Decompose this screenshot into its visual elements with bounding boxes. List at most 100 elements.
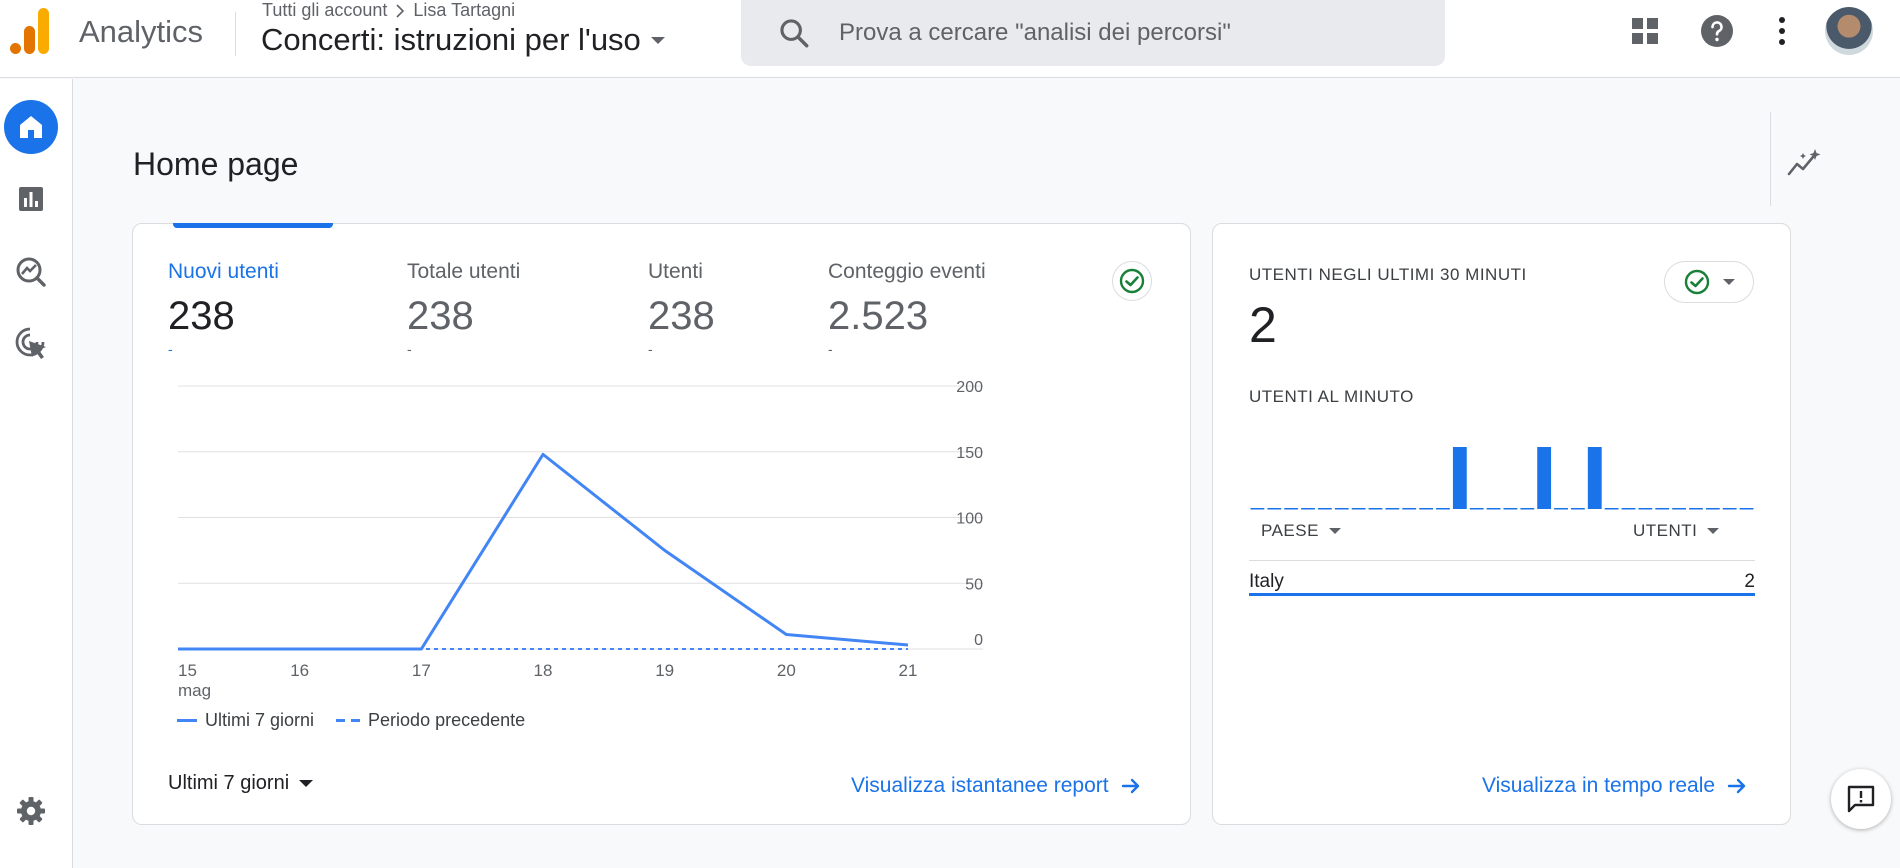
minute-bar [1604,508,1619,510]
nav-reports[interactable] [4,172,58,226]
minute-bar [1284,508,1299,510]
y-tick-label: 0 [974,632,983,649]
chevron-right-icon [396,3,405,18]
minute-bar [1368,508,1383,510]
x-tick-label: 16 [290,661,309,680]
dropdown-arrow-icon [650,36,665,44]
minute-bar [1722,508,1737,510]
product-name: Analytics [79,14,204,49]
help-icon [1701,15,1733,47]
legend-label: Ultimi 7 giorni [205,710,315,730]
minute-bar [1554,508,1568,510]
chart-legend: Ultimi 7 giorni Periodo precedente [177,710,525,731]
legend-swatch-solid [177,719,197,722]
home-icon [20,116,42,138]
dropdown-arrow-icon [299,780,314,787]
users-line-chart: 0 50 100 150 200 15 16 17 18 19 20 21 mag [178,379,983,700]
x-tick-label: 19 [655,661,674,680]
feedback-button[interactable] [1831,769,1891,829]
column-header-label: PAESE [1261,521,1319,540]
more-options-button[interactable] [1765,14,1799,48]
property-selector[interactable]: Concerti: istruzioni per l'uso [261,22,665,58]
search-placeholder: Prova a cercare "analisi dei percorsi" [839,19,1231,46]
realtime-value: 2 [1249,297,1277,353]
minute-bar [1672,508,1687,510]
minute-bar [1267,508,1282,510]
minute-bar [1419,508,1434,510]
y-tick-label: 100 [956,511,983,528]
x-tick-label: 17 [412,661,431,680]
realtime-status-button[interactable] [1664,261,1754,303]
insights-divider [1770,112,1771,206]
minute-bar [1351,508,1366,510]
y-tick-label: 50 [965,576,983,593]
help-button[interactable] [1700,14,1734,48]
minute-bar [1503,508,1518,510]
minute-bar [1469,508,1484,510]
country-cell: Italy [1249,571,1284,592]
y-tick-label: 150 [956,445,983,462]
header-divider [235,12,236,56]
date-range-selector[interactable]: Ultimi 7 giorni [168,772,314,795]
check-circle-icon [1684,269,1709,295]
insights-button[interactable] [1785,143,1825,183]
minute-bar [1689,508,1703,510]
search-icon [780,19,809,48]
breadcrumb-account[interactable]: Lisa Tartagni [413,0,515,21]
minute-bar [1301,508,1315,510]
minute-bar [1570,508,1585,510]
column-header-label: UTENTI [1633,521,1698,540]
x-tick-label: 21 [899,661,918,680]
minute-bar [1334,508,1349,510]
minute-bar [1402,508,1417,510]
x-tick-label: 15 [178,661,197,680]
users-per-minute-title: UTENTI AL MINUTO [1249,387,1414,406]
insights-sparkle-icon [1787,149,1821,176]
minute-bar [1587,447,1602,509]
overview-card: Nuovi utenti 238 - Totale utenti 238 - U… [132,223,1191,825]
nav-home[interactable] [4,100,58,154]
link-label: Visualizza istantanee report [851,774,1109,797]
breadcrumb-root[interactable]: Tutti gli account [262,0,387,21]
apps-grid-icon [1632,18,1658,44]
minute-bar [1705,508,1720,510]
y-tick-label: 200 [956,379,983,396]
property-name: Concerti: istruzioni per l'uso [261,22,641,57]
sort-arrow-icon [1707,528,1720,534]
minute-bar [1655,508,1670,510]
realtime-title: UTENTI NEGLI ULTIMI 30 MINUTI [1249,265,1527,284]
series-line-last-7-days [178,452,909,651]
top-app-bar: Analytics Tutti gli account Lisa Tartagn… [0,0,1900,78]
link-label: Visualizza in tempo reale [1482,774,1716,797]
analytics-logo[interactable] [10,8,52,54]
column-header-users[interactable]: UTENTI [1633,521,1720,541]
x-tick-label: 20 [777,661,796,680]
legend-swatch-dashed [336,719,361,722]
breadcrumb[interactable]: Tutti gli account Lisa Tartagni [262,0,515,21]
sort-arrow-icon [1328,528,1341,534]
user-avatar[interactable] [1825,7,1873,55]
page-title: Home page [133,146,299,182]
view-realtime-link[interactable]: Visualizza in tempo reale [1482,774,1747,798]
nav-explore[interactable] [4,244,58,298]
table-divider [1249,560,1755,561]
dropdown-arrow-icon [1722,279,1735,285]
apps-button[interactable] [1628,14,1662,48]
explore-icon [16,257,46,287]
minute-bar [1436,508,1450,510]
target-cursor-icon [15,327,46,359]
minute-bar [1452,447,1467,509]
bar-chart-icon [19,187,43,211]
column-header-country[interactable]: PAESE [1261,521,1341,541]
nav-admin[interactable] [4,784,58,838]
minute-bar [1317,508,1332,510]
search-bar[interactable]: Prova a cercare "analisi dei percorsi" [741,0,1445,66]
gear-icon [17,797,45,825]
arrow-right-icon [1121,778,1139,794]
nav-advertising[interactable] [4,316,58,370]
minute-bar [1739,508,1754,510]
x-tick-label: 18 [534,661,553,680]
view-report-snapshot-link[interactable]: Visualizza istantanee report [851,774,1141,798]
x-tick-sublabel: mag [178,681,211,700]
legend-item-previous: Periodo precedente [336,710,525,731]
